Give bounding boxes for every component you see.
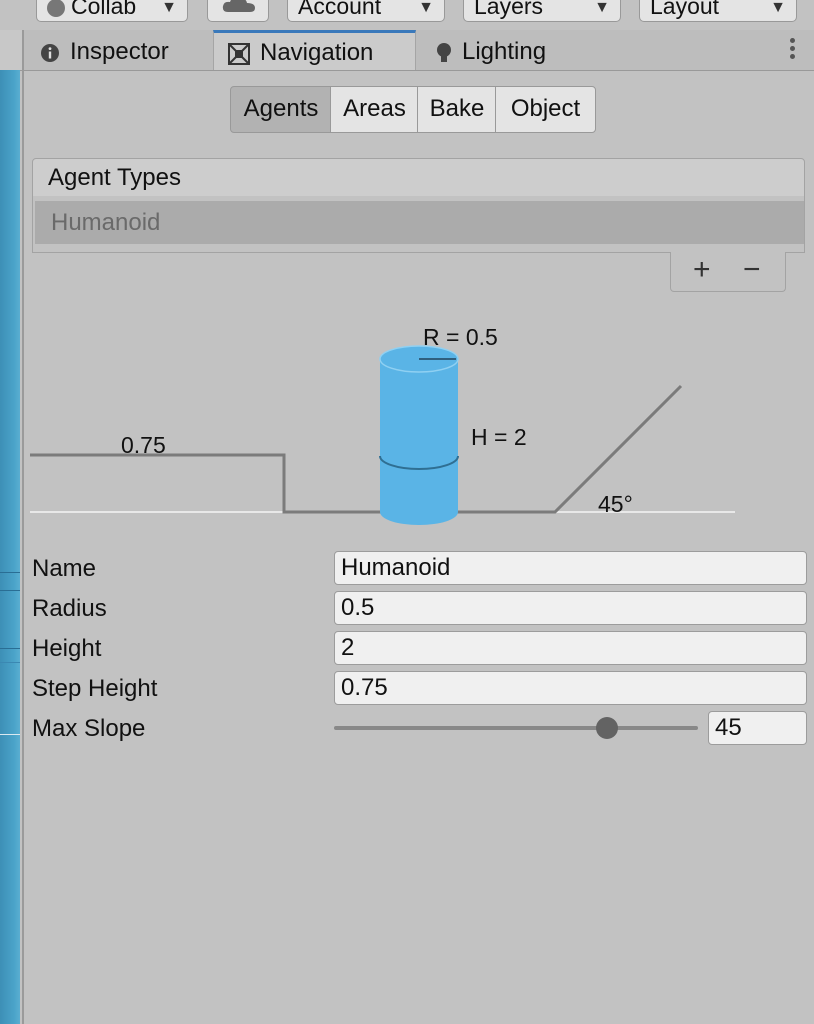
layers-dropdown[interactable]: Layers ▼: [463, 0, 621, 22]
step-height-field[interactable]: 0.75: [334, 671, 807, 705]
height-field[interactable]: 2: [334, 631, 807, 665]
tab-navigation[interactable]: Navigation: [213, 30, 416, 70]
subtab-areas[interactable]: Areas: [330, 86, 419, 133]
more-options-icon[interactable]: [790, 38, 796, 62]
navmesh-icon: [228, 42, 250, 65]
subtab-object[interactable]: Object: [495, 86, 596, 133]
slope-label: 45°: [598, 491, 633, 517]
add-remove-controls: + −: [670, 252, 786, 292]
chevron-down-icon: ▼: [418, 0, 434, 16]
name-label: Name: [32, 555, 97, 582]
height-label: Height: [32, 635, 102, 662]
cloud-icon: [222, 0, 255, 12]
max-slope-slider[interactable]: [334, 726, 698, 730]
layout-dropdown[interactable]: Layout ▼: [639, 0, 797, 22]
chevron-down-icon: ▼: [161, 0, 177, 16]
scene-line: [0, 590, 20, 591]
collab-dropdown[interactable]: Collab ▼: [36, 0, 188, 22]
radius-field[interactable]: 0.5: [334, 591, 807, 625]
subtab-agents[interactable]: Agents: [230, 86, 332, 133]
step-height-label: Step Height: [32, 675, 158, 702]
remove-agent-button[interactable]: −: [743, 252, 761, 288]
top-toolbar: Collab ▼ Account ▼ Layers ▼ Layout ▼: [0, 0, 814, 30]
agent-diagram: R = 0.5 H = 2 0.75 45°: [30, 324, 735, 525]
bulb-icon: [437, 42, 451, 62]
height-label: H = 2: [471, 424, 527, 450]
max-slope-label: Max Slope: [32, 715, 146, 742]
subtab-bake[interactable]: Bake: [417, 86, 497, 133]
scene-line: [0, 662, 20, 663]
info-icon: [41, 43, 59, 62]
radius-label: R = 0.5: [423, 324, 498, 350]
cloud-button[interactable]: [207, 0, 269, 22]
step-label: 0.75: [121, 432, 166, 458]
tab-inspector[interactable]: Inspector: [40, 30, 215, 70]
max-slope-field[interactable]: 45: [708, 711, 807, 745]
chevron-down-icon: ▼: [770, 0, 786, 16]
radius-label: Radius: [32, 595, 107, 622]
account-dropdown[interactable]: Account ▼: [287, 0, 445, 22]
scene-line: [0, 648, 20, 649]
add-agent-button[interactable]: +: [693, 252, 711, 288]
chevron-down-icon: ▼: [594, 0, 610, 16]
agent-types-list: Humanoid: [32, 196, 805, 253]
scene-header: [0, 30, 22, 71]
agent-types-header: Agent Types: [32, 158, 805, 197]
scene-view[interactable]: [0, 70, 20, 1024]
tab-lighting[interactable]: Lighting: [436, 30, 596, 70]
list-item[interactable]: Humanoid: [35, 201, 804, 244]
scene-line: [0, 734, 20, 735]
name-field[interactable]: Humanoid: [334, 551, 807, 585]
max-slope-slider-handle[interactable]: [596, 717, 618, 739]
scene-line: [0, 572, 20, 573]
agent-cylinder: [379, 345, 459, 525]
collab-icon: [47, 0, 65, 17]
tab-bar: Inspector Navigation Lighting: [24, 30, 814, 71]
